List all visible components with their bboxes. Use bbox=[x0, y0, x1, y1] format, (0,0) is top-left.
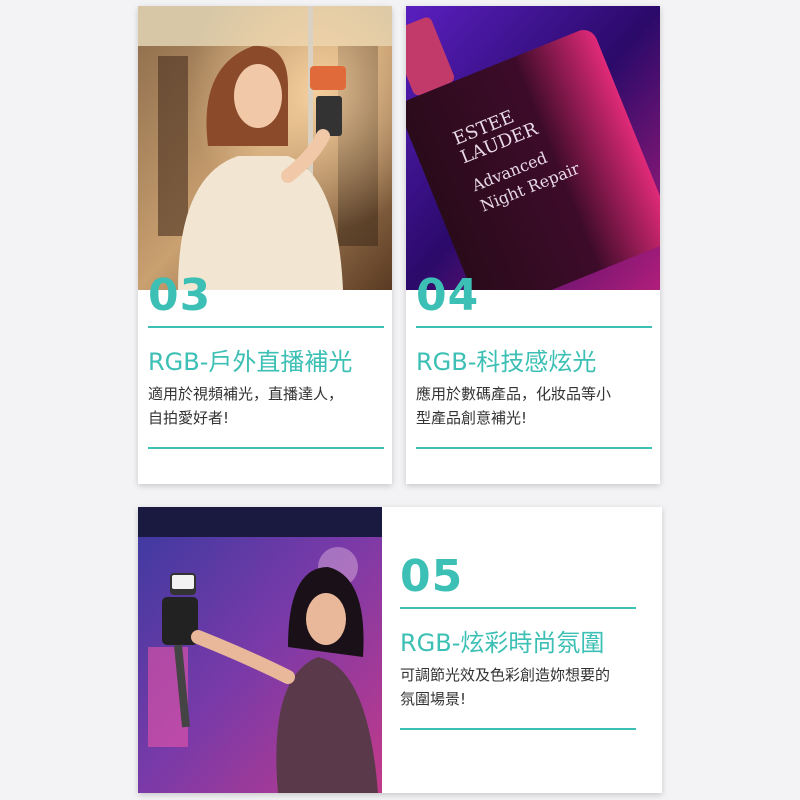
card-title: RGB-科技感炫光 bbox=[416, 348, 597, 376]
card-number: 05 bbox=[400, 551, 464, 602]
divider-bottom bbox=[416, 447, 652, 449]
feature-card-05: 05 RGB-炫彩時尚氛圍 可調節光效及色彩創造妳想要的 氛圍場景! bbox=[138, 507, 662, 793]
card-number: 04 bbox=[416, 270, 480, 321]
feature-card-04: ESTEE LAUDER Advanced Night Repair 04 RG… bbox=[406, 6, 660, 484]
description-line: 可調節光效及色彩創造妳想要的 bbox=[400, 666, 611, 684]
card-number: 03 bbox=[148, 270, 212, 321]
feature-card-03: 03 RGB-戶外直播補光 適用於視頻補光，直播達人， 自拍愛好者! bbox=[138, 6, 392, 484]
divider-top bbox=[148, 326, 384, 328]
card-description: 應用於數碼產品，化妝品等小 型產品創意補光! bbox=[416, 382, 656, 430]
card-description: 可調節光效及色彩創造妳想要的 氛圍場景! bbox=[400, 663, 650, 711]
card-title: RGB-炫彩時尚氛圍 bbox=[400, 629, 605, 657]
description-line: 氛圍場景! bbox=[400, 690, 467, 708]
card-title: RGB-戶外直播補光 bbox=[148, 348, 353, 376]
divider-bottom bbox=[148, 447, 384, 449]
livestream-photo bbox=[138, 6, 392, 290]
description-line: 應用於數碼產品，化妝品等小 bbox=[416, 385, 612, 403]
description-line: 適用於視頻補光，直播達人， bbox=[148, 385, 344, 403]
skincare-bottle-photo: ESTEE LAUDER Advanced Night Repair bbox=[406, 6, 660, 290]
description-line: 型產品創意補光! bbox=[416, 409, 528, 427]
divider-top bbox=[400, 607, 636, 609]
divider-bottom bbox=[400, 728, 636, 730]
divider-top bbox=[416, 326, 652, 328]
card-description: 適用於視頻補光，直播達人， 自拍愛好者! bbox=[148, 382, 388, 430]
description-line: 自拍愛好者! bbox=[148, 409, 230, 427]
neon-street-photo bbox=[138, 507, 382, 793]
